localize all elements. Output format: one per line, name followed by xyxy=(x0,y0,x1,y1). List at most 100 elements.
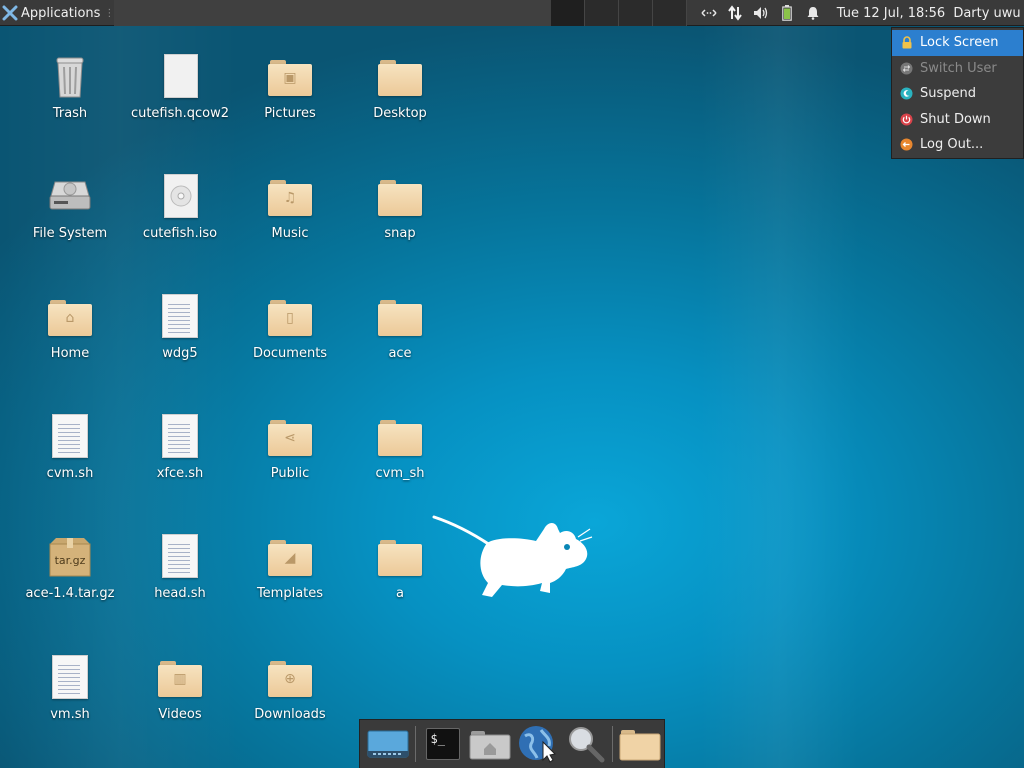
folder-icon xyxy=(376,52,424,100)
text-file-icon xyxy=(156,532,204,580)
desktop-icon-snap[interactable]: snap xyxy=(345,172,455,242)
desktop-icon-templates[interactable]: ◢ Templates xyxy=(235,532,345,602)
clock[interactable]: Tue 12 Jul, 18:56 xyxy=(832,0,950,26)
desktop-icon-ace-tar-gz[interactable]: tar.gz ace-1.4.tar.gz xyxy=(15,532,125,602)
desktop-icon-label: cvm_sh xyxy=(375,466,425,481)
workspace-switcher xyxy=(551,0,687,26)
desktop-icon-pictures[interactable]: ▣ Pictures xyxy=(235,52,345,122)
switch-user-icon xyxy=(899,61,914,76)
folder-icon xyxy=(376,292,424,340)
text-file-icon xyxy=(156,412,204,460)
desktop-icon-trash[interactable]: Trash xyxy=(15,52,125,122)
desktop-icon-label: cutefish.qcow2 xyxy=(130,106,230,121)
text-file-icon xyxy=(156,292,204,340)
panel-grip-icon: ⋮ xyxy=(104,7,115,19)
desktop-icon-label: Videos xyxy=(158,707,202,722)
desktop-icon-music[interactable]: ♫ Music xyxy=(235,172,345,242)
log-out-item[interactable]: Log Out... xyxy=(892,132,1023,158)
desktop-icon-label: ace-1.4.tar.gz xyxy=(25,586,115,601)
workspace-2[interactable] xyxy=(585,0,619,26)
workspace-3[interactable] xyxy=(619,0,653,26)
xfce-mouse-logo-icon xyxy=(432,515,593,597)
terminal-button[interactable]: $_ xyxy=(419,722,467,766)
dock-separator xyxy=(612,726,614,762)
power-icon xyxy=(899,112,914,127)
applications-menu-button[interactable]: Applications ⋮ xyxy=(0,0,118,26)
show-desktop-button[interactable] xyxy=(364,722,412,766)
menu-item-label: Lock Screen xyxy=(920,35,999,51)
volume-icon[interactable] xyxy=(748,0,774,26)
disc-image-icon xyxy=(156,172,204,220)
folder-icon xyxy=(619,730,661,761)
terminal-prompt: $_ xyxy=(430,732,445,746)
desktop-icon-xfce-sh[interactable]: xfce.sh xyxy=(125,412,235,482)
desktop-icon-documents[interactable]: ▯ Documents xyxy=(235,292,345,362)
desktop-icon-cvm-sh-folder[interactable]: cvm_sh xyxy=(345,412,455,482)
menu-item-label: Log Out... xyxy=(920,137,984,153)
show-desktop-icon xyxy=(367,730,409,758)
home-folder-icon: ⌂ xyxy=(46,292,94,340)
network-icon[interactable] xyxy=(722,0,748,26)
task-list[interactable] xyxy=(114,0,551,26)
desktop-icon-label: Documents xyxy=(252,346,328,361)
desktop-icon-label: Music xyxy=(271,226,309,241)
app-finder-button[interactable] xyxy=(562,722,610,766)
public-folder-icon: ⋖ xyxy=(266,412,314,460)
notifications-bell-icon[interactable] xyxy=(800,0,826,26)
desktop-icon-label: Trash xyxy=(52,106,88,121)
applications-label: Applications xyxy=(21,5,101,21)
desktop-icon-cutefish-qcow2[interactable]: cutefish.qcow2 xyxy=(125,52,235,122)
documents-folder-icon: ▯ xyxy=(266,292,314,340)
desktop-icon-cutefish-iso[interactable]: cutefish.iso xyxy=(125,172,235,242)
dock-separator xyxy=(414,726,416,762)
desktop-icon-desktop[interactable]: Desktop xyxy=(345,52,455,122)
desktop-icon-vm-sh[interactable]: vm.sh xyxy=(15,653,125,723)
music-folder-icon: ♫ xyxy=(266,172,314,220)
blank-file-icon xyxy=(156,52,204,100)
desktop-icon-ace[interactable]: ace xyxy=(345,292,455,362)
desktop-icon-file-system[interactable]: File System xyxy=(15,172,125,242)
workspace-1[interactable] xyxy=(551,0,585,26)
desktop-icon-label: snap xyxy=(384,226,416,241)
terminal-icon: $_ xyxy=(425,728,460,760)
archive-icon: tar.gz xyxy=(46,532,94,580)
dock: $_ xyxy=(359,719,665,768)
downloads-folder-icon: ⊕ xyxy=(266,653,314,701)
desktop-icon-wdg5[interactable]: wdg5 xyxy=(125,292,235,362)
switch-user-item[interactable]: Switch User xyxy=(892,56,1023,82)
desktop-icon-downloads[interactable]: ⊕ Downloads xyxy=(235,653,345,723)
videos-folder-icon: ▥ xyxy=(156,653,204,701)
desktop-icon-videos[interactable]: ▥ Videos xyxy=(125,653,235,723)
desktop-icon-label: xfce.sh xyxy=(156,466,204,481)
lock-screen-item[interactable]: Lock Screen xyxy=(892,30,1023,56)
desktop-icon-head-sh[interactable]: head.sh xyxy=(125,532,235,602)
desktop-icon-label: ace xyxy=(388,346,412,361)
folder-icon xyxy=(376,532,424,580)
web-browser-icon xyxy=(518,726,556,763)
user-actions-button[interactable]: Darty uwu xyxy=(950,0,1024,26)
file-manager-button[interactable] xyxy=(466,722,514,766)
desktop-icon-label: cvm.sh xyxy=(46,466,94,481)
top-panel: Applications ⋮ Tue 12 Jul, 18:56 Darty u… xyxy=(0,0,1024,26)
keyboard-layout-icon[interactable] xyxy=(696,0,722,26)
web-browser-button[interactable] xyxy=(514,722,562,766)
desktop-icon-label: wdg5 xyxy=(162,346,198,361)
drive-icon xyxy=(46,172,94,220)
menu-item-label: Shut Down xyxy=(920,111,991,127)
lock-icon xyxy=(899,35,914,50)
archive-badge: tar.gz xyxy=(54,554,86,567)
desktop-icon-home[interactable]: ⌂ Home xyxy=(15,292,125,362)
system-tray xyxy=(696,0,826,26)
desktop-icon-public[interactable]: ⋖ Public xyxy=(235,412,345,482)
menu-item-label: Switch User xyxy=(920,60,997,76)
desktop-icon-cvm-sh[interactable]: cvm.sh xyxy=(15,412,125,482)
desktop-icon-label: Home xyxy=(50,346,90,361)
folder-icon xyxy=(376,172,424,220)
desktop-icon-label: File System xyxy=(32,226,108,241)
suspend-item[interactable]: Suspend xyxy=(892,81,1023,107)
workspace-4[interactable] xyxy=(653,0,687,26)
shut-down-item[interactable]: Shut Down xyxy=(892,107,1023,133)
search-icon xyxy=(568,727,605,763)
battery-icon[interactable] xyxy=(774,0,800,26)
directory-menu-button[interactable] xyxy=(616,722,664,766)
